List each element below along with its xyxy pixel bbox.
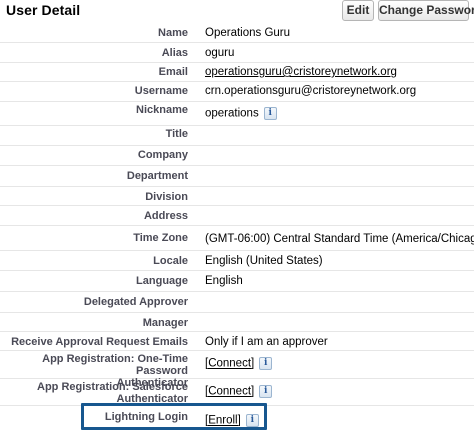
- field-label-lightning-login: Lightning Login: [104, 411, 188, 423]
- field-label-division: Division: [145, 191, 188, 203]
- field-value-receive-approval: Only if I am an approver: [205, 336, 328, 348]
- label-line-2: Authenticator: [116, 393, 189, 405]
- info-icon[interactable]: i: [259, 385, 273, 398]
- enroll-link[interactable]: [Enroll]: [205, 415, 241, 427]
- label-line-1: App Registration: Salesforce: [37, 381, 188, 393]
- field-row-language: Language English: [0, 271, 474, 292]
- field-value-username: crn.operationsguru@cristoreynetwork.org: [205, 85, 417, 97]
- field-row-title: Title: [0, 126, 474, 146]
- field-row-lightning-login: Lightning Login [Enroll] i: [0, 406, 474, 431]
- field-label-address: Address: [143, 210, 188, 222]
- field-label-company: Company: [137, 149, 188, 161]
- field-label-receive-approval: Receive Approval Request Emails: [11, 336, 188, 348]
- info-icon[interactable]: i: [263, 107, 277, 120]
- field-row-division: Division: [0, 187, 474, 206]
- info-icon[interactable]: i: [245, 414, 259, 427]
- field-row-nickname: Nickname operations i: [0, 102, 474, 126]
- field-row-name: Name Operations Guru: [0, 22, 474, 43]
- field-row-locale: Locale English (United States): [0, 251, 474, 271]
- field-row-delegated-approver: Delegated Approver: [0, 292, 474, 313]
- field-value-locale: English (United States): [205, 255, 323, 267]
- field-label-language: Language: [136, 275, 188, 287]
- field-row-alias: Alias oguru: [0, 43, 474, 63]
- field-row-app-reg-otp: App Registration: One-Time Password Auth…: [0, 351, 474, 389]
- field-label-name: Name: [158, 27, 188, 39]
- field-value-name: Operations Guru: [205, 27, 291, 39]
- field-label-locale: Locale: [153, 255, 188, 267]
- field-row-username: Username crn.operationsguru@cristoreynet…: [0, 82, 474, 102]
- field-label-manager: Manager: [142, 317, 188, 329]
- field-value-language: English: [205, 275, 243, 287]
- field-label-email: Email: [158, 66, 188, 78]
- label-line-1: App Registration: One-Time Password: [42, 353, 188, 377]
- field-row-time-zone: Time Zone (GMT-06:00) Central Standard T…: [0, 226, 474, 251]
- field-label-delegated-approver: Delegated Approver: [83, 296, 188, 308]
- field-label-nickname: Nickname: [136, 104, 188, 116]
- field-label-app-reg-salesforce: App Registration: Salesforce Authenticat…: [0, 381, 188, 405]
- field-row-department: Department: [0, 166, 474, 187]
- edit-button[interactable]: Edit: [342, 0, 374, 21]
- field-label-department: Department: [126, 170, 188, 182]
- field-label-time-zone: Time Zone: [133, 232, 188, 244]
- field-row-app-reg-salesforce: App Registration: Salesforce Authenticat…: [0, 379, 474, 406]
- field-row-manager: Manager: [0, 313, 474, 332]
- field-label-title: Title: [165, 128, 188, 140]
- connect-otp-link[interactable]: [Connect]: [205, 358, 254, 370]
- field-row-address: Address: [0, 206, 474, 226]
- info-icon[interactable]: i: [259, 357, 273, 370]
- field-label-username: Username: [134, 85, 188, 97]
- field-value-nickname: operations: [205, 107, 259, 120]
- field-row-receive-approval: Receive Approval Request Emails Only if …: [0, 332, 474, 351]
- field-row-company: Company: [0, 146, 474, 166]
- field-value-time-zone: (GMT-06:00) Central Standard Time (Ameri…: [205, 233, 474, 245]
- page-title: User Detail: [6, 2, 81, 18]
- field-value-alias: oguru: [205, 47, 235, 59]
- field-row-email: Email operationsguru@cristoreynetwork.or…: [0, 63, 474, 82]
- email-link[interactable]: operationsguru@cristoreynetwork.org: [205, 66, 397, 78]
- change-password-button[interactable]: Change Password: [378, 0, 474, 21]
- connect-salesforce-link[interactable]: [Connect]: [205, 386, 254, 398]
- page-header: User Detail Edit Change Password: [0, 0, 474, 22]
- field-label-alias: Alias: [161, 47, 188, 59]
